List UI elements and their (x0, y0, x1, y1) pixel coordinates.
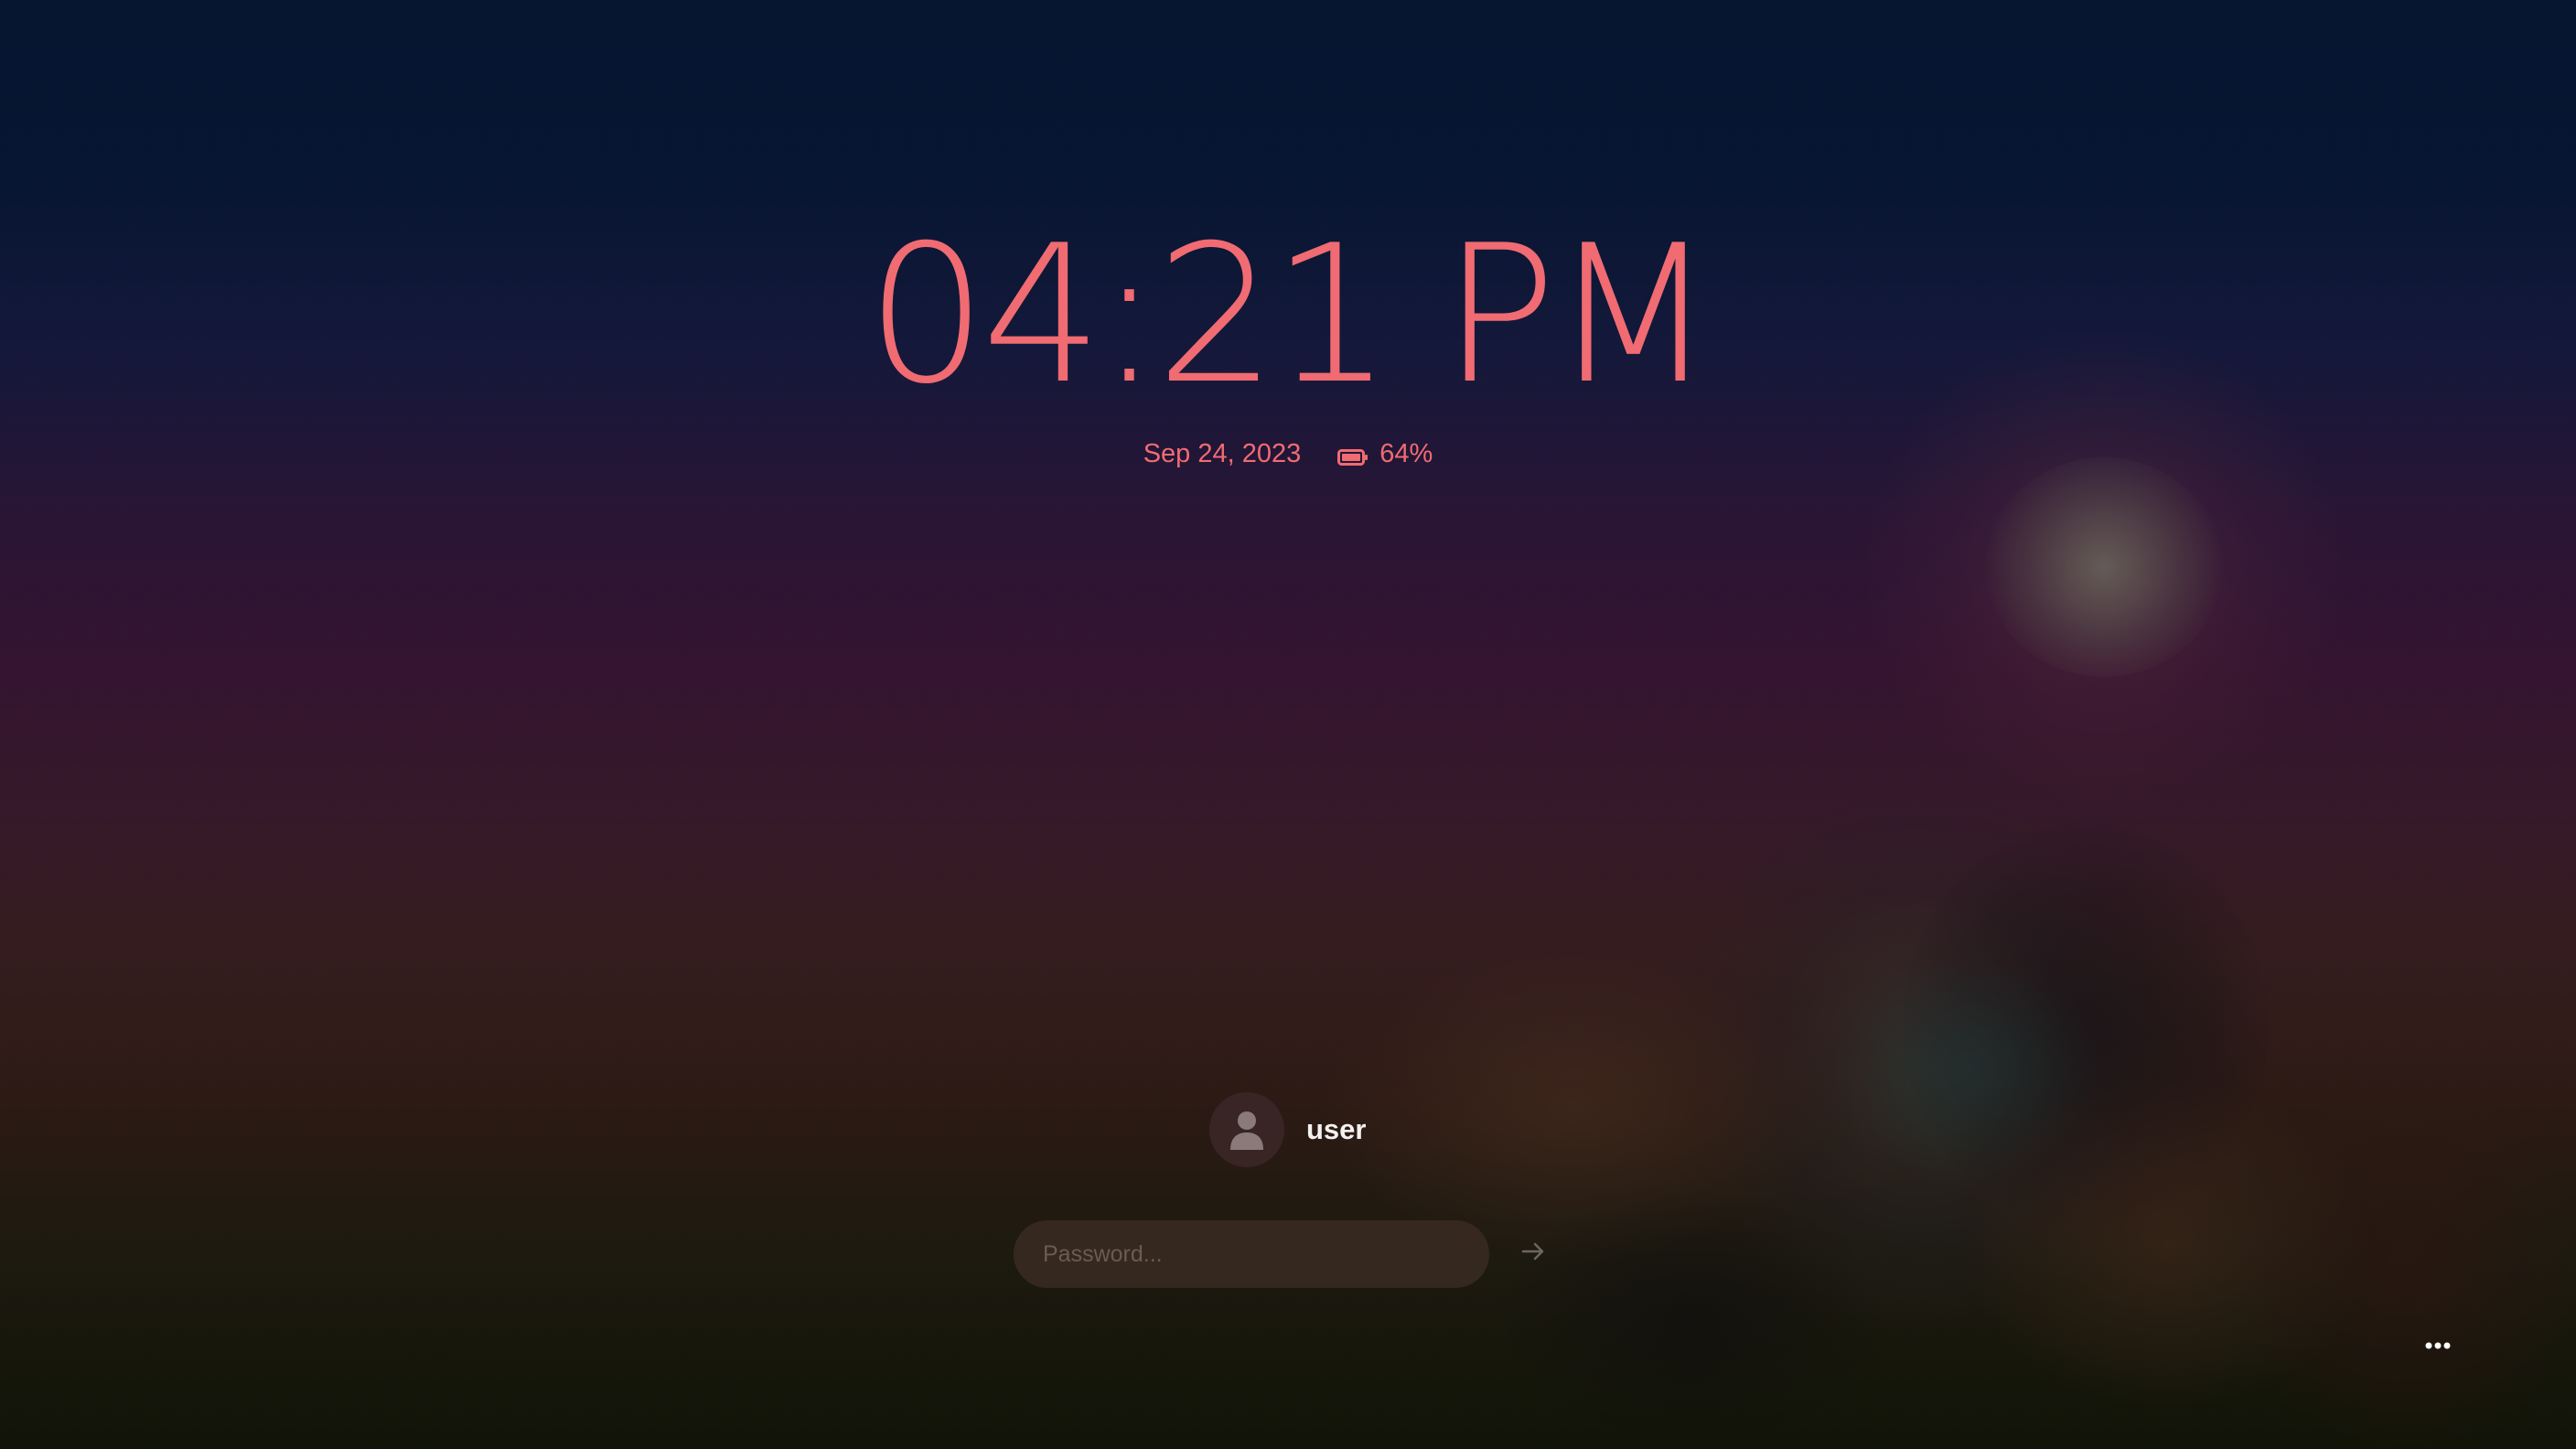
battery-status: 64% (1337, 439, 1433, 469)
user-selector[interactable]: user (1209, 1092, 1366, 1167)
clock-time: 04:21 PM (865, 205, 1715, 426)
password-input[interactable] (1014, 1220, 1489, 1288)
username-label: user (1306, 1113, 1367, 1145)
user-avatar-icon[interactable] (1209, 1092, 1284, 1167)
wallpaper-foliage (1830, 951, 2104, 1189)
wallpaper-foliage (1317, 951, 1830, 1262)
wallpaper-foliage (1903, 823, 2269, 1226)
wallpaper-foliage (1683, 787, 2159, 1336)
status-row: Sep 24, 2023 64% (0, 439, 2576, 469)
more-options-button[interactable] (2415, 1330, 2461, 1363)
wallpaper-sun (1985, 457, 2223, 677)
date-label: Sep 24, 2023 (1143, 439, 1302, 468)
wallpaper-foliage (2232, 1079, 2576, 1449)
arrow-right-icon (1519, 1238, 1547, 1270)
wallpaper-foliage (1500, 1189, 1884, 1445)
battery-label: 64% (1379, 439, 1433, 468)
more-horizontal-icon (2424, 1338, 2452, 1355)
submit-button[interactable] (1515, 1235, 1551, 1272)
wallpaper-foliage (1967, 1079, 2369, 1409)
battery-icon (1337, 445, 1368, 466)
